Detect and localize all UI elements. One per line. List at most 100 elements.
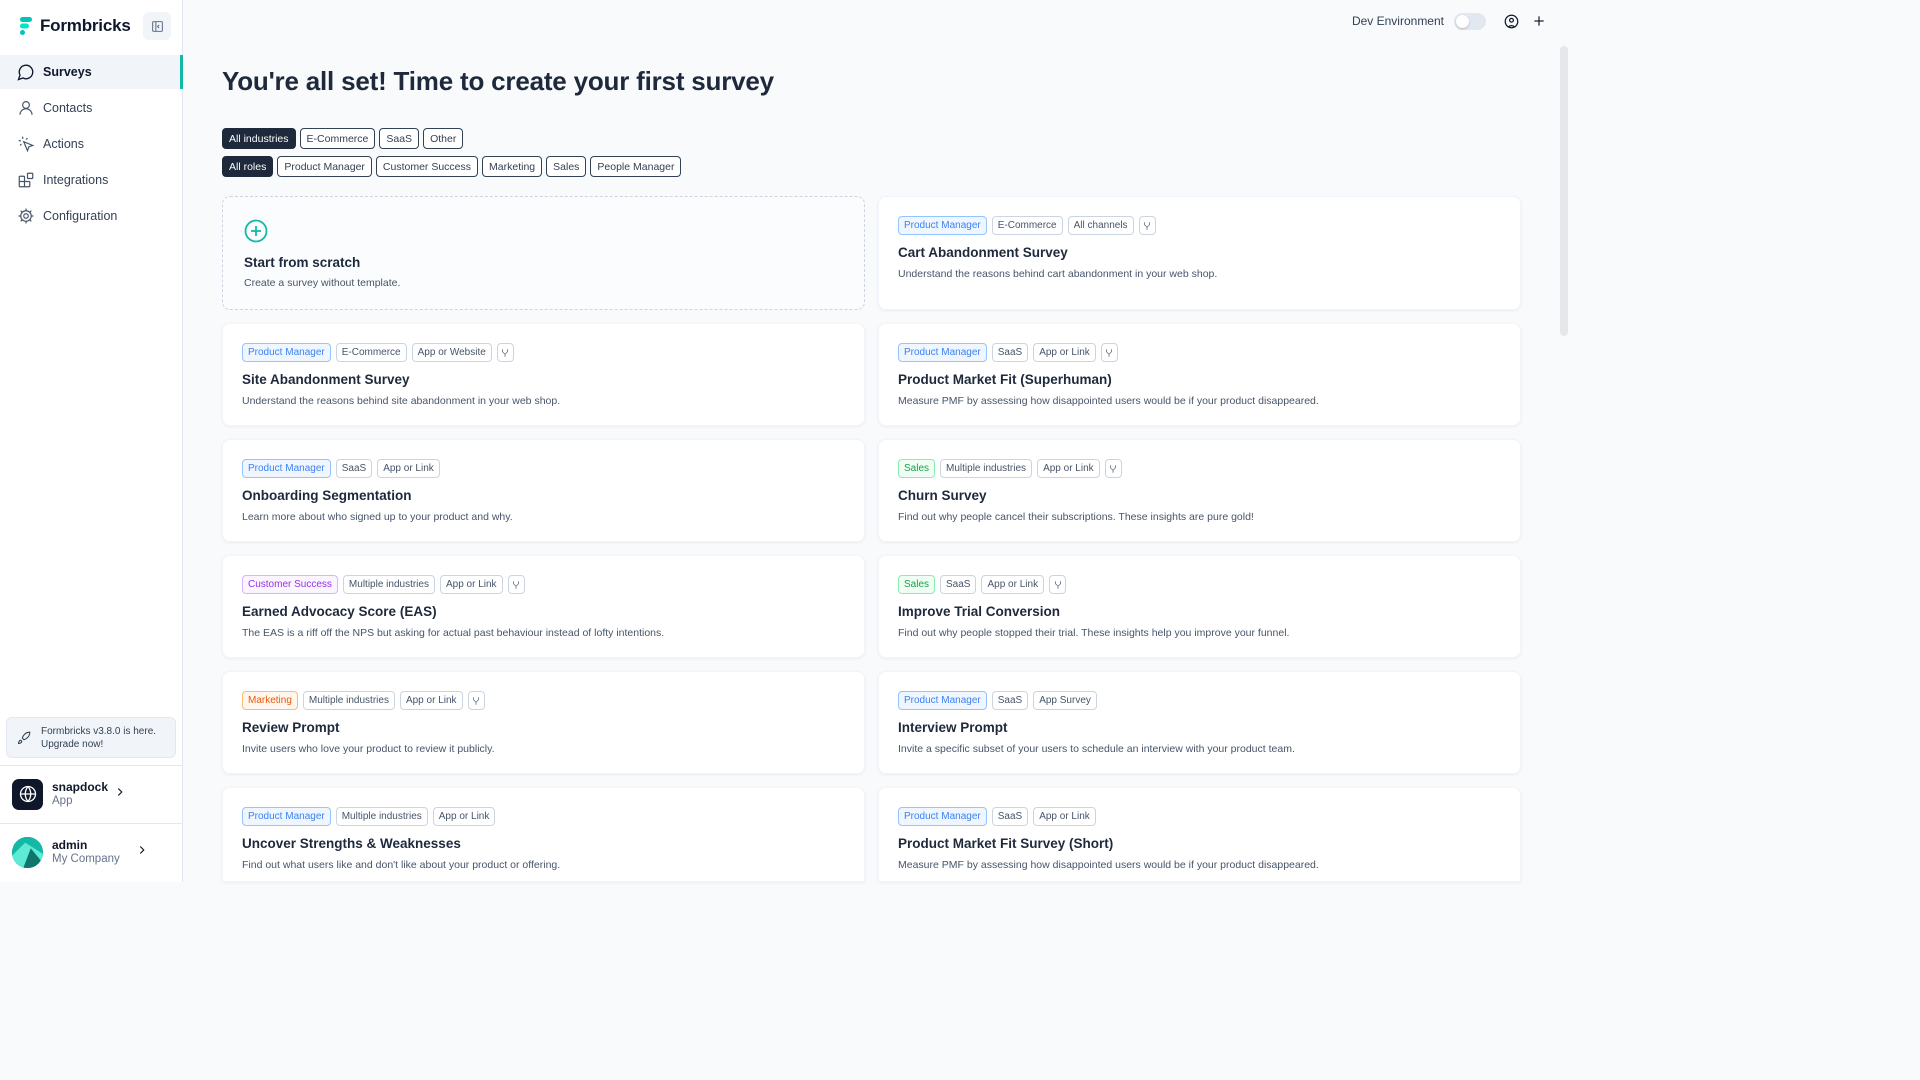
template-card[interactable]: Product Manager SaaS App or Link Product… <box>878 787 1521 882</box>
role-tag: Product Manager <box>898 216 987 235</box>
template-card[interactable]: Product Manager SaaS App or Link Product… <box>878 323 1521 426</box>
plus-icon[interactable] <box>1530 12 1548 30</box>
dev-environment-toggle[interactable] <box>1454 12 1486 30</box>
template-title: Onboarding Segmentation <box>242 488 412 503</box>
industry-tag: Multiple industries <box>335 807 428 826</box>
filter-e-commerce[interactable]: E-Commerce <box>299 128 376 149</box>
dev-environment-label: Dev Environment <box>1351 14 1444 28</box>
template-tags: Product Manager SaaS App or Link <box>242 459 440 478</box>
industry-tag: E-Commerce <box>991 216 1063 235</box>
user-name: admin <box>52 838 88 852</box>
template-tags: Product Manager E-Commerce All channels <box>898 216 1156 235</box>
panel-left-icon <box>151 20 163 32</box>
channel-tag: App or Link <box>439 575 503 594</box>
project-type: App <box>52 795 73 807</box>
branching-icon <box>1100 343 1118 362</box>
industry-tag: SaaS <box>991 691 1029 710</box>
template-desc: Invite a specific subset of your users t… <box>898 743 1295 755</box>
sidebar-item-label: Configuration <box>43 209 118 223</box>
filter-all-roles[interactable]: All roles <box>222 156 274 177</box>
template-card[interactable]: Product Manager SaaS App or Link Onboard… <box>222 439 865 542</box>
channel-tag: All channels <box>1067 216 1134 235</box>
collapse-sidebar-button[interactable] <box>143 12 171 40</box>
industry-tag: SaaS <box>991 807 1029 826</box>
branching-icon <box>496 343 514 362</box>
role-tag: Sales <box>898 459 936 478</box>
filter-other[interactable]: Other <box>423 128 464 149</box>
template-card[interactable]: Sales SaaS App or Link Improve Trial Con… <box>878 555 1521 658</box>
template-desc: Measure PMF by assessing how disappointe… <box>898 859 1319 871</box>
template-card[interactable]: Product Manager E-Commerce App or Websit… <box>222 323 865 426</box>
branching-icon <box>507 575 525 594</box>
sidebar-item-integrations[interactable]: Integrations <box>0 163 183 197</box>
project-name: snapdock <box>52 780 109 794</box>
template-title: Cart Abandonment Survey <box>898 245 1068 260</box>
channel-tag: App or Link <box>981 575 1045 594</box>
sidebar-item-label: Surveys <box>43 65 92 79</box>
rocket-icon <box>17 731 31 744</box>
upgrade-text: Formbricks v3.8.0 is here. Upgrade now! <box>41 725 156 751</box>
project-switcher[interactable]: snapdock App <box>12 772 177 816</box>
template-title: Interview Prompt <box>898 720 1008 735</box>
template-card[interactable]: Product Manager E-Commerce All channels … <box>878 196 1521 310</box>
industry-tag: SaaS <box>940 575 977 594</box>
channel-tag: App or Link <box>1033 807 1096 826</box>
template-desc: Measure PMF by assessing how disappointe… <box>898 395 1319 407</box>
template-card[interactable]: Product Manager SaaS App Survey Intervie… <box>878 671 1521 774</box>
template-card[interactable]: Product Manager Multiple industries App … <box>222 787 865 882</box>
template-tags: Product Manager SaaS App or Link <box>898 807 1096 826</box>
template-title: Review Prompt <box>242 720 340 735</box>
chevron-right-icon <box>117 788 123 796</box>
role-tag: Product Manager <box>898 343 987 362</box>
scratch-title: Start from scratch <box>244 255 361 270</box>
channel-tag: App or Link <box>1037 459 1100 478</box>
template-card[interactable]: Sales Multiple industries App or Link Ch… <box>878 439 1521 542</box>
channel-tag: App or Link <box>432 807 496 826</box>
scrollbar[interactable] <box>1560 46 1568 336</box>
filter-customer-success[interactable]: Customer Success <box>375 156 479 177</box>
brand[interactable]: Formbricks <box>20 16 131 36</box>
user-menu[interactable]: admin My Company <box>12 830 177 874</box>
branching-icon <box>1049 575 1067 594</box>
template-tags: Product Manager E-Commerce App or Websit… <box>242 343 514 362</box>
blocks-icon <box>17 171 35 189</box>
filter-marketing[interactable]: Marketing <box>482 156 543 177</box>
industry-tag: E-Commerce <box>335 343 407 362</box>
industry-tag: SaaS <box>991 343 1029 362</box>
template-card[interactable]: Marketing Multiple industries App or Lin… <box>222 671 865 774</box>
role-tag: Sales <box>898 575 936 594</box>
avatar-pattern-icon <box>12 836 43 868</box>
chevron-right-icon <box>139 846 145 854</box>
template-desc: The EAS is a riff off the NPS but asking… <box>242 627 665 639</box>
industry-tag: Multiple industries <box>342 575 435 594</box>
upgrade-banner[interactable]: Formbricks v3.8.0 is here. Upgrade now! <box>6 717 176 758</box>
industry-filters: All industries E-Commerce SaaS Other <box>222 128 464 149</box>
template-tags: Sales SaaS App or Link <box>898 575 1067 594</box>
mouse-pointer-click-icon <box>17 135 35 153</box>
start-from-scratch-card[interactable]: Start from scratch Create a survey witho… <box>222 196 865 310</box>
template-title: Improve Trial Conversion <box>898 604 1061 619</box>
filter-saas[interactable]: SaaS <box>379 128 420 149</box>
sidebar-item-configuration[interactable]: Configuration <box>0 199 183 233</box>
template-tags: Customer Success Multiple industries App… <box>242 575 525 594</box>
user-circle-icon[interactable] <box>1502 12 1520 30</box>
globe-icon <box>19 785 36 803</box>
template-card[interactable]: Customer Success Multiple industries App… <box>222 555 865 658</box>
filter-product-manager[interactable]: Product Manager <box>277 156 372 177</box>
filter-all-industries[interactable]: All industries <box>222 128 296 149</box>
sidebar-item-surveys[interactable]: Surveys <box>0 55 183 89</box>
message-circle-icon <box>17 63 35 81</box>
sidebar-item-actions[interactable]: Actions <box>0 127 183 161</box>
filter-people-manager[interactable]: People Manager <box>590 156 682 177</box>
industry-tag: Multiple industries <box>940 459 1033 478</box>
upgrade-line-2: Upgrade now! <box>41 738 104 750</box>
sidebar-item-contacts[interactable]: Contacts <box>0 91 183 125</box>
template-title: Churn Survey <box>898 488 987 503</box>
template-title: Uncover Strengths & Weaknesses <box>242 836 461 851</box>
page-title: You're all set! Time to create your firs… <box>222 66 774 96</box>
filter-sales[interactable]: Sales <box>546 156 587 177</box>
divider <box>0 765 183 766</box>
channel-tag: App or Link <box>377 459 440 478</box>
user-icon <box>17 99 35 117</box>
role-tag: Product Manager <box>242 343 331 362</box>
